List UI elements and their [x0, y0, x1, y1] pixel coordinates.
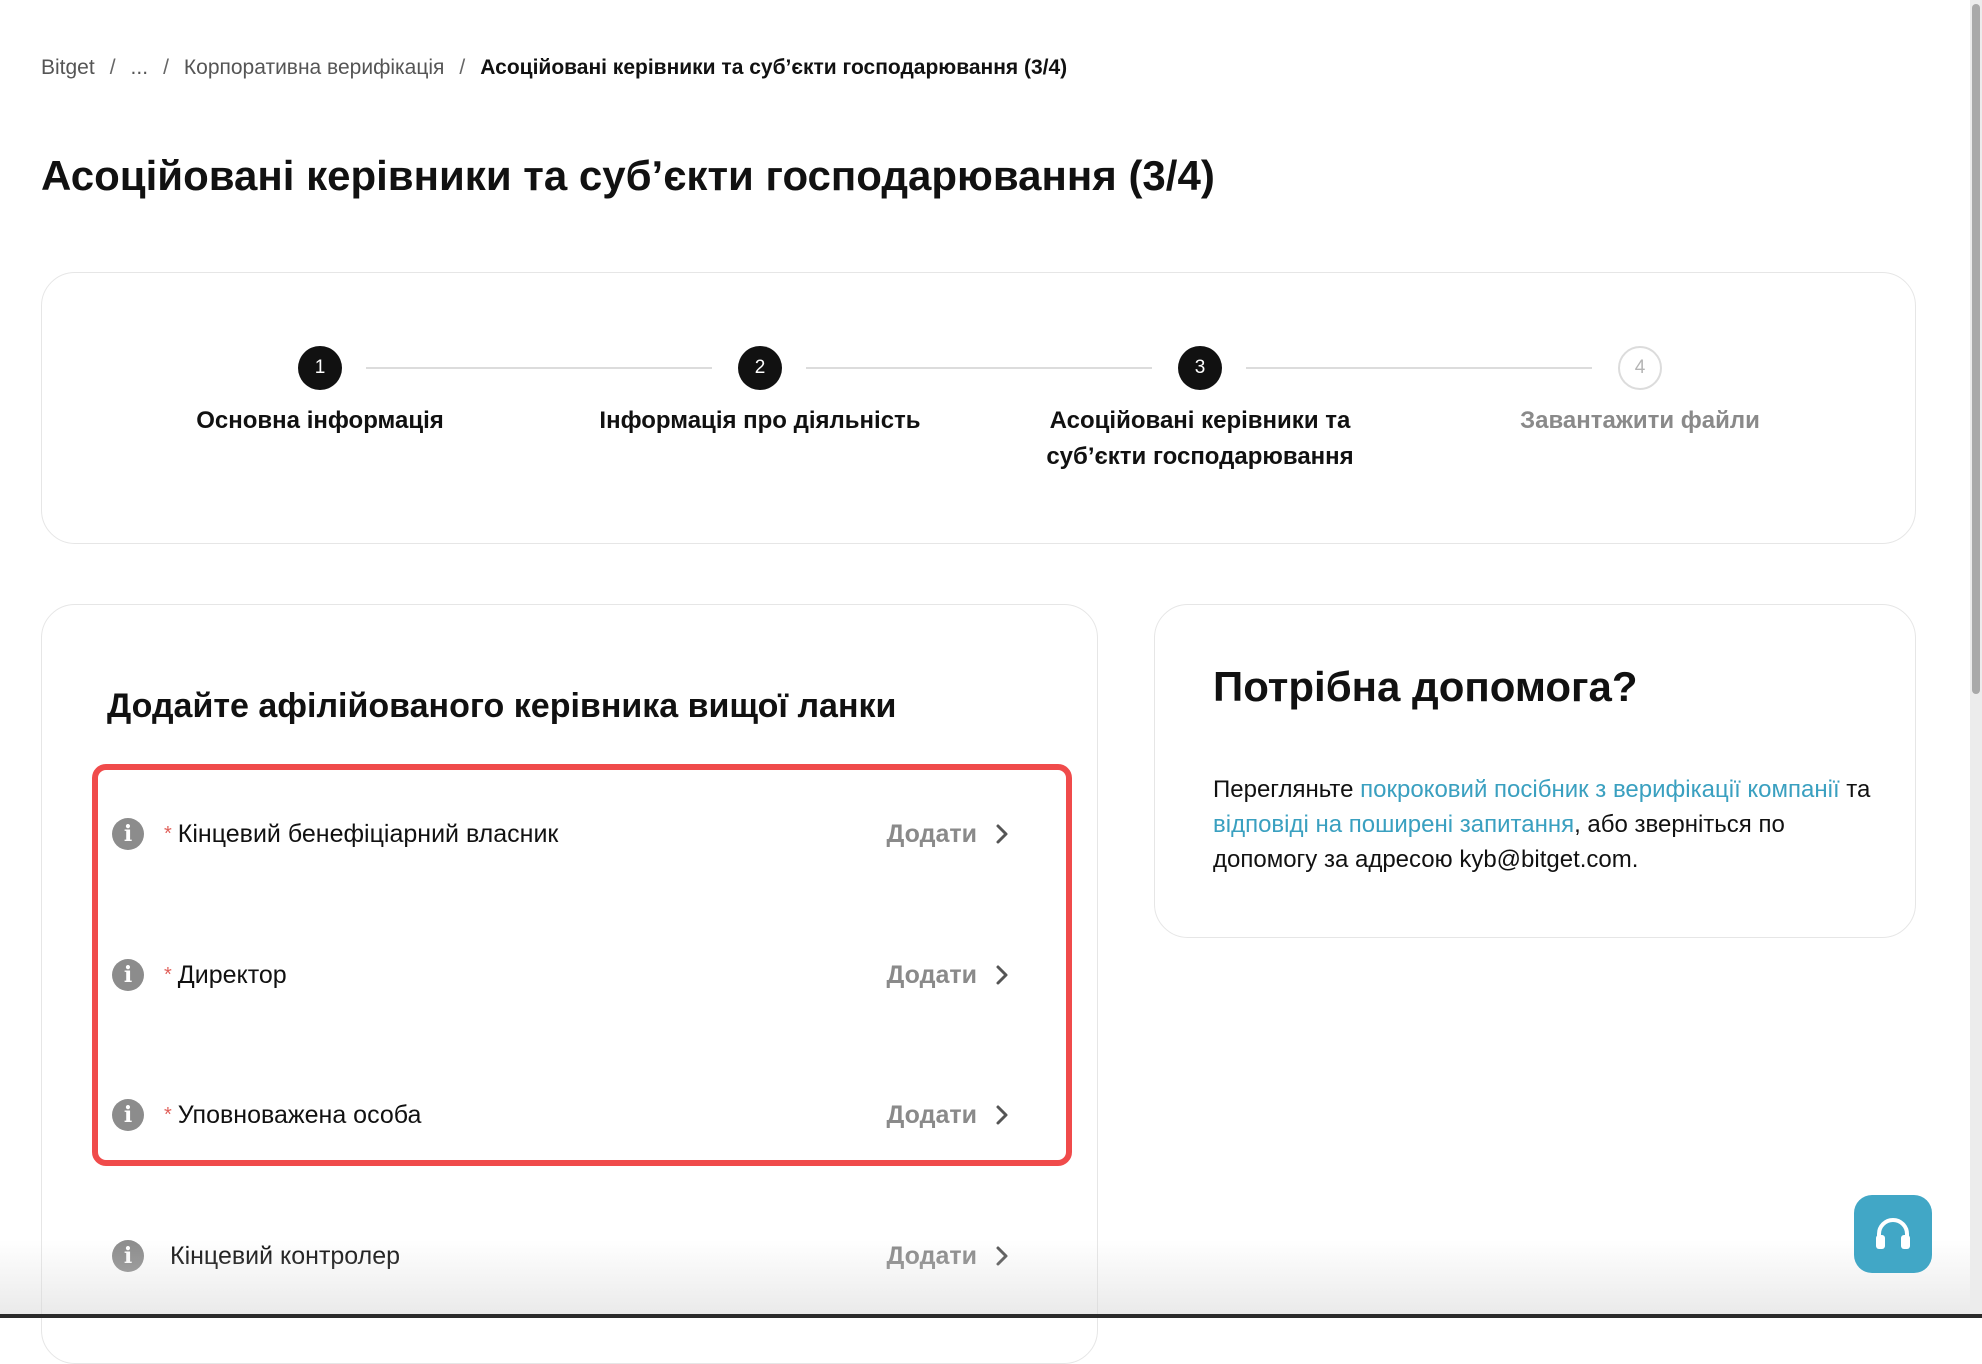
add-label: Додати — [886, 1100, 977, 1129]
step-3-label-line-1: Асоційовані керівники та — [1049, 407, 1351, 434]
role-label: Кінцевий контролер — [170, 1241, 401, 1270]
add-label: Додати — [886, 819, 977, 848]
step-connector — [366, 367, 712, 369]
info-icon[interactable]: i — [112, 818, 144, 850]
step-1-label: Основна інформація — [120, 403, 520, 439]
info-icon[interactable]: i — [112, 959, 144, 991]
role-row-director: i * Директор Додати — [112, 950, 1062, 1000]
step-4-label-line: Завантажити файли — [1520, 407, 1760, 434]
help-text-part: Перегляньте — [1213, 776, 1361, 803]
chevron-right-icon — [996, 965, 1008, 985]
help-card: Потрібна допомога? Перегляньте покрокови… — [1154, 604, 1916, 938]
add-ubo-button[interactable]: Додати — [887, 820, 1009, 849]
step-2-indicator: 2 — [738, 346, 782, 390]
add-label: Додати — [886, 1241, 977, 1270]
add-ultimate-controller-button[interactable]: Додати — [887, 1242, 1009, 1271]
required-marker: * — [164, 1103, 172, 1126]
step-2-label: Інформація про діяльність — [560, 403, 960, 439]
add-authorized-person-button[interactable]: Додати — [887, 1101, 1009, 1130]
officers-card: Додайте афілійованого керівника вищої ла… — [41, 604, 1098, 1364]
role-label: Директор — [177, 960, 287, 989]
required-marker: * — [164, 822, 172, 845]
support-chat-button[interactable] — [1854, 1195, 1932, 1273]
step-connector — [806, 367, 1152, 369]
step-1-indicator: 1 — [298, 346, 342, 390]
required-marker: * — [164, 963, 172, 986]
verification-guide-link[interactable]: покроковий посібник з верифікації компан… — [1360, 776, 1839, 803]
breadcrumb: Bitget / ... / Корпоративна верифікація … — [41, 52, 1067, 84]
step-connector — [1246, 367, 1592, 369]
scrollbar[interactable] — [1970, 0, 1982, 1318]
window-bottom-edge — [0, 1314, 1982, 1318]
breadcrumb-item-ellipsis[interactable]: ... — [131, 56, 149, 80]
headset-icon — [1876, 1218, 1910, 1249]
breadcrumb-separator: / — [459, 56, 466, 79]
role-row-authorized-person: i * Уповноважена особа Додати — [112, 1090, 1062, 1140]
help-text-part: та — [1839, 776, 1871, 803]
help-text: Перегляньте покроковий посібник з верифі… — [1213, 772, 1873, 877]
add-label: Додати — [886, 960, 977, 989]
breadcrumb-current: Асоційовані керівники та суб’єкти господ… — [480, 56, 1068, 79]
step-4-label: Завантажити файли — [1440, 403, 1840, 439]
role-row-ultimate-controller: i Кінцевий контролер Додати — [112, 1231, 1062, 1281]
role-label: Уповноважена особа — [177, 1100, 422, 1129]
breadcrumb-item-bitget[interactable]: Bitget — [41, 56, 95, 80]
info-icon[interactable]: i — [112, 1240, 144, 1272]
progress-stepper: 1 2 3 4 Основна інформація Інформація пр… — [41, 272, 1916, 544]
chevron-right-icon — [996, 1105, 1008, 1125]
role-row-ubo: i * Кінцевий бенефіціарний власник Додат… — [112, 809, 1062, 859]
scrollbar-thumb[interactable] — [1972, 4, 1980, 694]
breadcrumb-item-corporate-verification[interactable]: Корпоративна верифікація — [184, 56, 445, 80]
page-title: Асоційовані керівники та суб’єкти господ… — [41, 152, 1215, 199]
chevron-right-icon — [996, 1246, 1008, 1266]
faq-link[interactable]: відповіді на поширені запитання — [1213, 811, 1574, 838]
help-title: Потрібна допомога? — [1213, 663, 1638, 710]
step-1-label-line: Основна інформація — [196, 407, 444, 434]
step-3-indicator: 3 — [1178, 346, 1222, 390]
breadcrumb-separator: / — [163, 56, 169, 79]
chevron-right-icon — [996, 824, 1008, 844]
officers-title: Додайте афілійованого керівника вищої ла… — [107, 687, 897, 725]
step-3-label-line-2: суб’єкти господарювання — [1046, 443, 1354, 470]
info-icon[interactable]: i — [112, 1099, 144, 1131]
step-2-label-line: Інформація про діяльність — [599, 407, 921, 434]
add-director-button[interactable]: Додати — [887, 961, 1009, 990]
step-4-indicator: 4 — [1618, 346, 1662, 390]
role-label: Кінцевий бенефіціарний власник — [177, 819, 559, 848]
step-3-label: Асоційовані керівники та суб’єкти господ… — [1000, 403, 1400, 475]
breadcrumb-separator: / — [109, 56, 116, 79]
